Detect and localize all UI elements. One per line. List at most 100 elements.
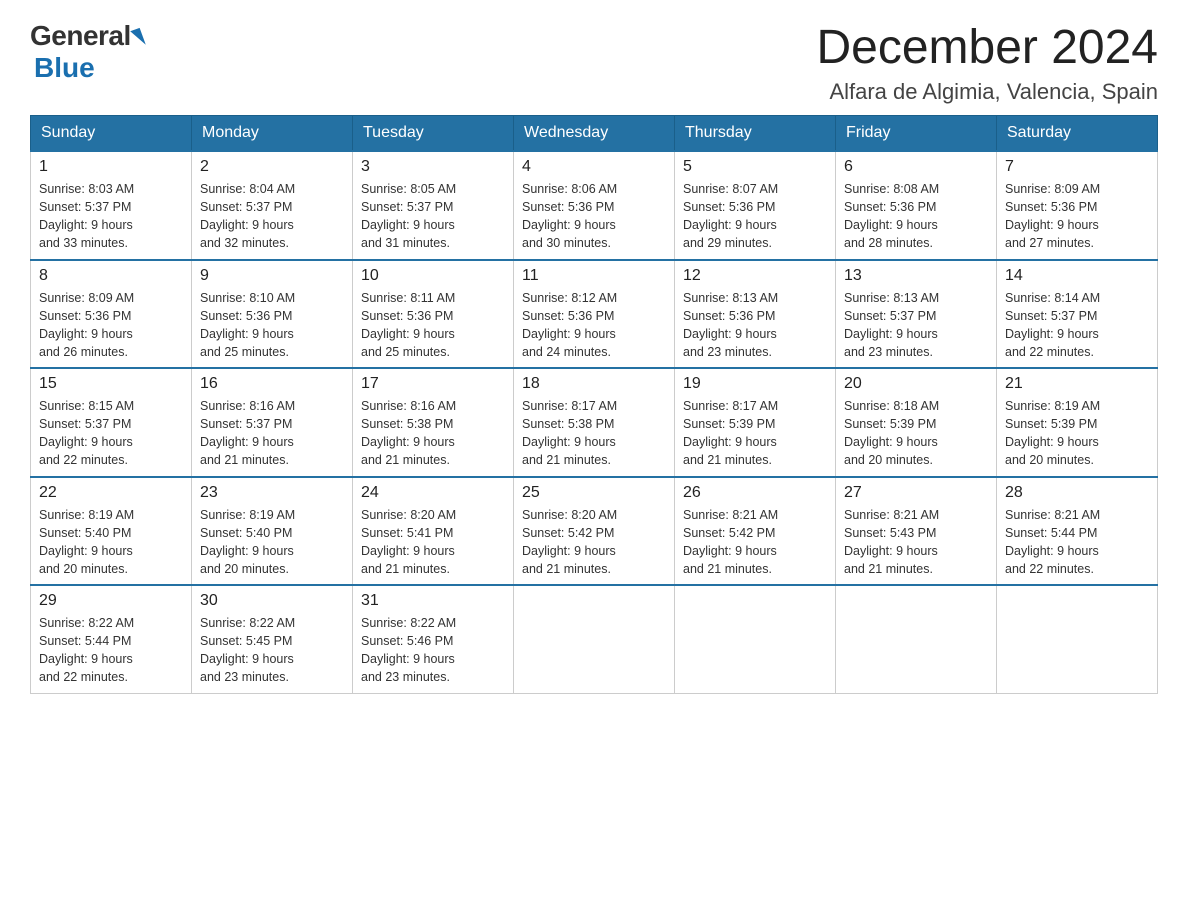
day-info: Sunrise: 8:13 AM Sunset: 5:37 PM Dayligh… [844, 289, 988, 362]
day-of-week-header: Tuesday [353, 116, 514, 152]
day-info: Sunrise: 8:18 AM Sunset: 5:39 PM Dayligh… [844, 397, 988, 470]
day-number: 22 [39, 484, 183, 502]
month-title: December 2024 [816, 20, 1158, 75]
day-info: Sunrise: 8:22 AM Sunset: 5:45 PM Dayligh… [200, 614, 344, 687]
calendar-day-cell: 3 Sunrise: 8:05 AM Sunset: 5:37 PM Dayli… [353, 151, 514, 260]
title-block: December 2024 Alfara de Algimia, Valenci… [816, 20, 1158, 105]
calendar-day-cell: 12 Sunrise: 8:13 AM Sunset: 5:36 PM Dayl… [675, 260, 836, 369]
calendar-week-row: 15 Sunrise: 8:15 AM Sunset: 5:37 PM Dayl… [31, 368, 1158, 477]
calendar-day-cell: 5 Sunrise: 8:07 AM Sunset: 5:36 PM Dayli… [675, 151, 836, 260]
day-info: Sunrise: 8:12 AM Sunset: 5:36 PM Dayligh… [522, 289, 666, 362]
day-info: Sunrise: 8:16 AM Sunset: 5:38 PM Dayligh… [361, 397, 505, 470]
calendar-day-cell [836, 585, 997, 693]
day-number: 2 [200, 158, 344, 176]
day-number: 21 [1005, 375, 1149, 393]
calendar-day-cell: 10 Sunrise: 8:11 AM Sunset: 5:36 PM Dayl… [353, 260, 514, 369]
logo-general-text: General [30, 20, 131, 52]
calendar-day-cell: 2 Sunrise: 8:04 AM Sunset: 5:37 PM Dayli… [192, 151, 353, 260]
page-header: General Blue December 2024 Alfara de Alg… [30, 20, 1158, 105]
location-subtitle: Alfara de Algimia, Valencia, Spain [816, 79, 1158, 105]
day-number: 16 [200, 375, 344, 393]
day-info: Sunrise: 8:03 AM Sunset: 5:37 PM Dayligh… [39, 180, 183, 253]
day-number: 8 [39, 267, 183, 285]
day-of-week-header: Wednesday [514, 116, 675, 152]
day-number: 29 [39, 592, 183, 610]
day-of-week-header: Monday [192, 116, 353, 152]
calendar-day-cell: 17 Sunrise: 8:16 AM Sunset: 5:38 PM Dayl… [353, 368, 514, 477]
day-of-week-header: Sunday [31, 116, 192, 152]
calendar-day-cell: 25 Sunrise: 8:20 AM Sunset: 5:42 PM Dayl… [514, 477, 675, 586]
day-info: Sunrise: 8:15 AM Sunset: 5:37 PM Dayligh… [39, 397, 183, 470]
day-of-week-header: Friday [836, 116, 997, 152]
day-info: Sunrise: 8:14 AM Sunset: 5:37 PM Dayligh… [1005, 289, 1149, 362]
calendar-table: SundayMondayTuesdayWednesdayThursdayFrid… [30, 115, 1158, 694]
calendar-day-cell: 24 Sunrise: 8:20 AM Sunset: 5:41 PM Dayl… [353, 477, 514, 586]
day-of-week-header: Saturday [997, 116, 1158, 152]
day-info: Sunrise: 8:13 AM Sunset: 5:36 PM Dayligh… [683, 289, 827, 362]
day-info: Sunrise: 8:11 AM Sunset: 5:36 PM Dayligh… [361, 289, 505, 362]
day-info: Sunrise: 8:19 AM Sunset: 5:39 PM Dayligh… [1005, 397, 1149, 470]
day-number: 3 [361, 158, 505, 176]
day-number: 30 [200, 592, 344, 610]
day-number: 11 [522, 267, 666, 285]
calendar-day-cell: 4 Sunrise: 8:06 AM Sunset: 5:36 PM Dayli… [514, 151, 675, 260]
calendar-day-cell: 28 Sunrise: 8:21 AM Sunset: 5:44 PM Dayl… [997, 477, 1158, 586]
calendar-day-cell: 27 Sunrise: 8:21 AM Sunset: 5:43 PM Dayl… [836, 477, 997, 586]
day-number: 28 [1005, 484, 1149, 502]
day-number: 9 [200, 267, 344, 285]
calendar-day-cell: 19 Sunrise: 8:17 AM Sunset: 5:39 PM Dayl… [675, 368, 836, 477]
day-info: Sunrise: 8:21 AM Sunset: 5:44 PM Dayligh… [1005, 506, 1149, 579]
day-number: 19 [683, 375, 827, 393]
calendar-day-cell: 31 Sunrise: 8:22 AM Sunset: 5:46 PM Dayl… [353, 585, 514, 693]
day-number: 7 [1005, 158, 1149, 176]
calendar-day-cell [997, 585, 1158, 693]
logo-blue-text: Blue [34, 52, 95, 84]
day-info: Sunrise: 8:20 AM Sunset: 5:41 PM Dayligh… [361, 506, 505, 579]
day-number: 27 [844, 484, 988, 502]
day-info: Sunrise: 8:17 AM Sunset: 5:39 PM Dayligh… [683, 397, 827, 470]
day-number: 13 [844, 267, 988, 285]
day-number: 10 [361, 267, 505, 285]
day-number: 20 [844, 375, 988, 393]
calendar-week-row: 22 Sunrise: 8:19 AM Sunset: 5:40 PM Dayl… [31, 477, 1158, 586]
calendar-day-cell: 20 Sunrise: 8:18 AM Sunset: 5:39 PM Dayl… [836, 368, 997, 477]
calendar-day-cell: 9 Sunrise: 8:10 AM Sunset: 5:36 PM Dayli… [192, 260, 353, 369]
day-number: 24 [361, 484, 505, 502]
calendar-day-cell: 6 Sunrise: 8:08 AM Sunset: 5:36 PM Dayli… [836, 151, 997, 260]
calendar-day-cell: 21 Sunrise: 8:19 AM Sunset: 5:39 PM Dayl… [997, 368, 1158, 477]
calendar-day-cell: 14 Sunrise: 8:14 AM Sunset: 5:37 PM Dayl… [997, 260, 1158, 369]
calendar-day-cell: 8 Sunrise: 8:09 AM Sunset: 5:36 PM Dayli… [31, 260, 192, 369]
day-number: 6 [844, 158, 988, 176]
day-number: 31 [361, 592, 505, 610]
day-info: Sunrise: 8:16 AM Sunset: 5:37 PM Dayligh… [200, 397, 344, 470]
day-info: Sunrise: 8:20 AM Sunset: 5:42 PM Dayligh… [522, 506, 666, 579]
day-number: 14 [1005, 267, 1149, 285]
day-number: 15 [39, 375, 183, 393]
calendar-day-cell: 26 Sunrise: 8:21 AM Sunset: 5:42 PM Dayl… [675, 477, 836, 586]
calendar-day-cell: 7 Sunrise: 8:09 AM Sunset: 5:36 PM Dayli… [997, 151, 1158, 260]
day-info: Sunrise: 8:22 AM Sunset: 5:46 PM Dayligh… [361, 614, 505, 687]
calendar-day-cell [514, 585, 675, 693]
day-number: 25 [522, 484, 666, 502]
calendar-day-cell: 11 Sunrise: 8:12 AM Sunset: 5:36 PM Dayl… [514, 260, 675, 369]
calendar-day-cell: 30 Sunrise: 8:22 AM Sunset: 5:45 PM Dayl… [192, 585, 353, 693]
logo: General Blue [30, 20, 143, 84]
calendar-week-row: 29 Sunrise: 8:22 AM Sunset: 5:44 PM Dayl… [31, 585, 1158, 693]
day-number: 12 [683, 267, 827, 285]
calendar-day-cell: 16 Sunrise: 8:16 AM Sunset: 5:37 PM Dayl… [192, 368, 353, 477]
day-number: 17 [361, 375, 505, 393]
day-info: Sunrise: 8:19 AM Sunset: 5:40 PM Dayligh… [200, 506, 344, 579]
day-info: Sunrise: 8:10 AM Sunset: 5:36 PM Dayligh… [200, 289, 344, 362]
calendar-day-cell: 1 Sunrise: 8:03 AM Sunset: 5:37 PM Dayli… [31, 151, 192, 260]
day-of-week-header: Thursday [675, 116, 836, 152]
day-info: Sunrise: 8:08 AM Sunset: 5:36 PM Dayligh… [844, 180, 988, 253]
day-info: Sunrise: 8:21 AM Sunset: 5:42 PM Dayligh… [683, 506, 827, 579]
day-info: Sunrise: 8:21 AM Sunset: 5:43 PM Dayligh… [844, 506, 988, 579]
day-number: 26 [683, 484, 827, 502]
day-info: Sunrise: 8:06 AM Sunset: 5:36 PM Dayligh… [522, 180, 666, 253]
calendar-header-row: SundayMondayTuesdayWednesdayThursdayFrid… [31, 116, 1158, 152]
day-number: 1 [39, 158, 183, 176]
calendar-day-cell: 18 Sunrise: 8:17 AM Sunset: 5:38 PM Dayl… [514, 368, 675, 477]
calendar-day-cell: 23 Sunrise: 8:19 AM Sunset: 5:40 PM Dayl… [192, 477, 353, 586]
calendar-day-cell: 13 Sunrise: 8:13 AM Sunset: 5:37 PM Dayl… [836, 260, 997, 369]
